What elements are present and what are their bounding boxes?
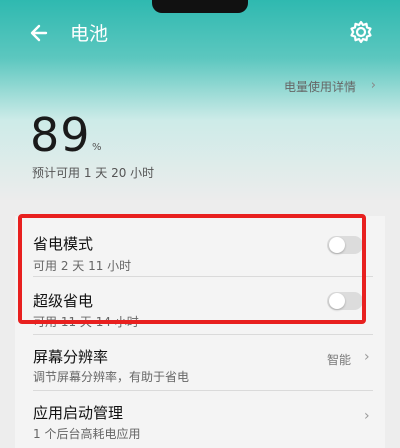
settings-button[interactable] — [347, 18, 375, 46]
toggle-knob — [329, 237, 345, 253]
battery-unit: % — [92, 142, 102, 153]
power-saving-mode-title: 省电模式 — [33, 235, 94, 253]
app-launch-management-title: 应用启动管理 — [33, 404, 124, 422]
divider — [33, 276, 373, 277]
toggle-knob — [329, 293, 345, 309]
camera-notch — [152, 0, 248, 13]
back-button[interactable] — [26, 19, 54, 47]
app-launch-management-subtitle: 1 个后台高耗电应用 — [33, 427, 141, 441]
super-power-saving-toggle[interactable] — [327, 292, 363, 310]
gear-icon — [350, 20, 372, 44]
divider — [33, 390, 373, 391]
divider — [33, 334, 373, 335]
power-usage-details-link[interactable]: 电量使用详情 — [284, 78, 356, 95]
battery-remaining-time: 预计可用 1 天 20 小时 — [32, 166, 155, 180]
power-saving-mode-toggle[interactable] — [327, 236, 363, 254]
page-title: 电池 — [70, 23, 109, 45]
super-power-saving-title: 超级省电 — [33, 292, 94, 310]
chevron-right-icon: › — [364, 349, 370, 365]
super-power-saving-subtitle: 可用 11 天 14 小时 — [33, 315, 139, 329]
screen-resolution-title: 屏幕分辨率 — [33, 348, 109, 366]
battery-level: 89 — [30, 108, 91, 162]
chevron-right-icon: › — [370, 78, 376, 93]
screen-resolution-value: 智能 — [327, 353, 352, 367]
arrow-left-icon — [30, 24, 48, 42]
screen-resolution-subtitle: 调节屏幕分辨率，有助于省电 — [33, 370, 190, 384]
power-saving-mode-subtitle: 可用 2 天 11 小时 — [33, 259, 132, 273]
chevron-right-icon: › — [364, 408, 370, 424]
